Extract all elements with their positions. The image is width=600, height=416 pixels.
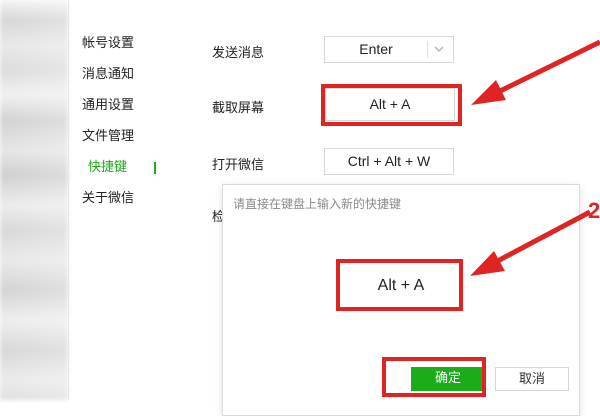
- chevron-down-icon: [434, 46, 444, 52]
- nav-item-account[interactable]: 帐号设置: [82, 32, 172, 63]
- cancel-button[interactable]: 取消: [495, 367, 569, 391]
- nav-item-files[interactable]: 文件管理: [82, 125, 172, 156]
- send-message-dropdown[interactable]: Enter: [324, 36, 454, 63]
- blurred-chat-list: [0, 0, 68, 400]
- dropdown-separator: [427, 41, 428, 58]
- step-number-label: 2: [588, 198, 600, 223]
- nav-item-shortcuts[interactable]: 快捷键: [82, 156, 172, 187]
- panel-divider: [68, 0, 69, 400]
- open-wechat-shortcut-field[interactable]: Ctrl + Alt + W: [324, 148, 454, 175]
- dialog-hint-text: 请直接在键盘上输入新的快捷键: [233, 197, 402, 211]
- shortcut-input-dialog: 请直接在键盘上输入新的快捷键 Alt + A 确定 取消: [222, 184, 580, 416]
- nav-item-notifications[interactable]: 消息通知: [82, 63, 172, 94]
- settings-nav: 帐号设置 消息通知 通用设置 文件管理 快捷键 关于微信: [82, 32, 172, 218]
- screenshot-label: 截取屏幕: [212, 101, 265, 116]
- nav-item-about[interactable]: 关于微信: [82, 187, 172, 218]
- nav-item-general[interactable]: 通用设置: [82, 94, 172, 125]
- open-wechat-label: 打开微信: [212, 158, 265, 173]
- screenshot-shortcut-field[interactable]: Alt + A: [325, 88, 455, 121]
- confirm-button[interactable]: 确定: [411, 367, 485, 391]
- captured-shortcut-value: Alt + A: [377, 277, 425, 294]
- send-message-value: Enter: [359, 41, 393, 57]
- arrow-icon-1: [471, 39, 600, 105]
- send-message-label: 发送消息: [212, 46, 265, 61]
